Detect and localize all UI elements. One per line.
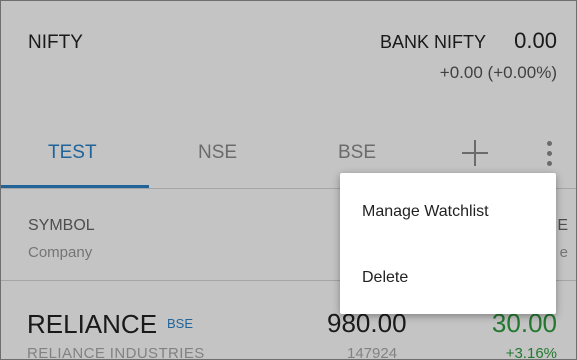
app-frame: NIFTY BANK NIFTY 0.00 +0.00 (+0.00%) TES…: [0, 0, 577, 360]
context-menu: Manage Watchlist Delete: [340, 173, 556, 314]
menu-item-manage-watchlist[interactable]: Manage Watchlist: [340, 183, 556, 243]
menu-item-label: Delete: [362, 269, 409, 286]
menu-item-label: Manage Watchlist: [362, 203, 489, 220]
menu-item-delete[interactable]: Delete: [340, 249, 556, 309]
